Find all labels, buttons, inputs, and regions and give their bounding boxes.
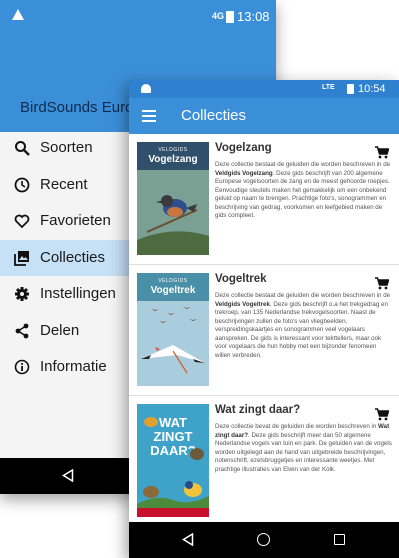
- book-cover: VELDGIDS Vogelzang: [137, 142, 209, 255]
- cover-label: VELDGIDS: [158, 278, 188, 284]
- collections-icon: [14, 250, 29, 266]
- navigation-bar: [129, 522, 399, 558]
- clock-icon: [14, 177, 30, 192]
- collection-list: VELDGIDS Vogelzang Vogelzang Deze collec…: [129, 134, 399, 527]
- network-indicator: 4G: [212, 11, 225, 21]
- collection-item-vogeltrek[interactable]: VELDGIDS Vogeltrek Vogeltrek Deze collec…: [129, 265, 399, 396]
- bird-illustration: [137, 417, 209, 517]
- book-cover: WAT ZINGT DAAR?: [137, 404, 209, 517]
- collection-title: Vogelzang: [215, 142, 272, 154]
- info-icon: [14, 359, 30, 375]
- share-icon: [15, 323, 29, 338]
- cover-label: VELDGIDS: [158, 147, 188, 153]
- battery-icon: [347, 84, 354, 94]
- menu-icon[interactable]: [142, 110, 156, 122]
- menu-item-label: Delen: [40, 321, 80, 339]
- collection-item-vogelzang[interactable]: VELDGIDS Vogelzang Vogelzang Deze collec…: [129, 134, 399, 265]
- screenshot-stage: 4G 13:08 BirdSounds Europe Soorten Recen…: [0, 0, 399, 558]
- shopping-cart-icon[interactable]: [375, 408, 389, 421]
- collections-screen: LTE 10:54 Collecties VELDGIDS Vogelzang: [129, 80, 399, 558]
- collection-description: Deze collectie bevat de geluiden die wor…: [215, 423, 392, 473]
- menu-item-label: Favorieten: [40, 212, 111, 229]
- status-time: 10:54: [358, 83, 386, 95]
- cover-title: Vogeltrek: [150, 285, 196, 296]
- shopping-cart-icon[interactable]: [375, 146, 389, 159]
- heart-icon: [14, 214, 30, 229]
- menu-item-label: Instellingen: [40, 285, 116, 302]
- collection-description: Deze collectie bestaat de geluiden die w…: [215, 161, 391, 219]
- bird-illustration: [137, 170, 209, 255]
- collection-title: Wat zingt daar?: [215, 404, 301, 416]
- home-nav-icon[interactable]: [257, 533, 270, 546]
- shopping-cart-icon[interactable]: [375, 277, 389, 290]
- collection-description: Deze collectie bestaat de geluiden die w…: [215, 292, 391, 359]
- back-nav-icon[interactable]: [62, 469, 74, 482]
- status-bar: LTE 10:54: [129, 80, 399, 98]
- warning-icon: [12, 9, 24, 20]
- menu-item-label: Recent: [40, 175, 88, 193]
- back-nav-icon[interactable]: [182, 533, 194, 546]
- page-title: Collecties: [181, 107, 247, 124]
- cover-title: Vogelzang: [148, 154, 198, 165]
- android-icon: [141, 84, 151, 93]
- network-indicator: LTE: [322, 84, 335, 91]
- battery-icon: [226, 11, 234, 23]
- collection-title: Vogeltrek: [215, 273, 267, 285]
- recents-nav-icon[interactable]: [334, 534, 345, 545]
- search-icon: [15, 141, 30, 156]
- menu-item-label: Collecties: [40, 248, 106, 266]
- gear-icon: [15, 287, 29, 301]
- bird-illustration: [137, 301, 209, 386]
- book-cover: VELDGIDS Vogeltrek: [137, 273, 209, 386]
- status-time: 13:08: [237, 9, 270, 24]
- app-bar: Collecties: [129, 98, 399, 134]
- status-bar: 4G 13:08: [0, 0, 276, 34]
- collection-item-wat-zingt-daar[interactable]: WAT ZINGT DAAR? Wat zingt daar? Deze col…: [129, 396, 399, 527]
- menu-item-label: Informatie: [40, 358, 107, 375]
- menu-item-label: Soorten: [40, 139, 93, 156]
